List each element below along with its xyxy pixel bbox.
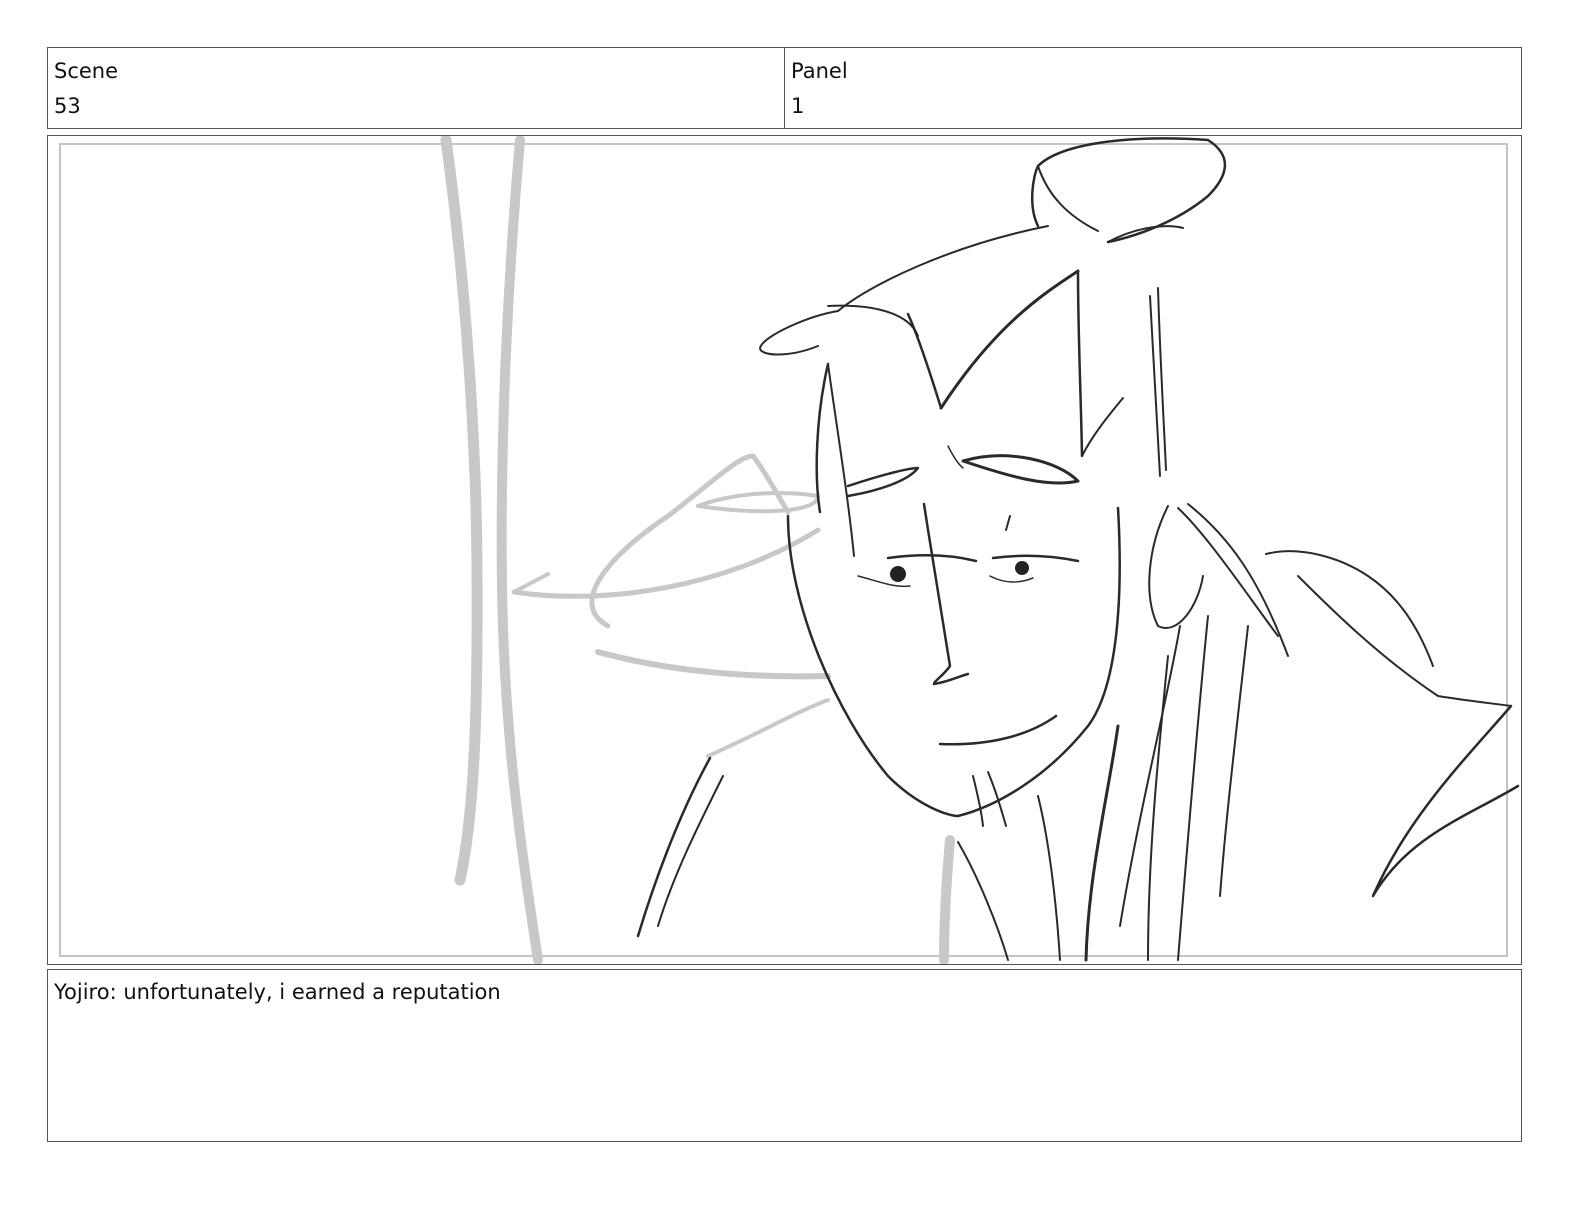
storyboard-header: Scene 53 Panel 1: [47, 47, 1522, 129]
character-sketch: [636, 137, 1520, 962]
dialogue-caption: Yojiro: unfortunately, i earned a reputa…: [47, 969, 1522, 1142]
panel-cell: Panel 1: [784, 48, 1521, 128]
storyboard-frame: [47, 135, 1522, 965]
scene-number: 53: [54, 94, 81, 118]
scene-cell: Scene 53: [48, 48, 784, 128]
scene-label: Scene: [54, 59, 119, 83]
panel-label: Panel: [791, 59, 848, 83]
panel-number: 1: [791, 94, 805, 118]
background-sketch: [440, 136, 955, 964]
sketch-drawing: [440, 136, 1520, 964]
